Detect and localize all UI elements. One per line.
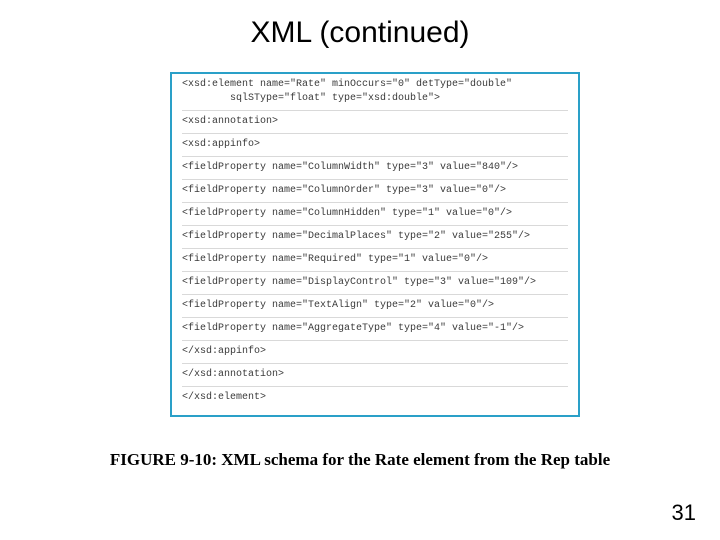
divider <box>182 156 568 157</box>
code-line: <fieldProperty name="DisplayControl" typ… <box>182 278 568 288</box>
divider <box>182 110 568 111</box>
code-line: </xsd:appinfo> <box>182 347 568 357</box>
code-line: sqlSType="float" type="xsd:double"> <box>230 94 568 104</box>
divider <box>182 202 568 203</box>
divider <box>182 294 568 295</box>
code-line: <xsd:element name="Rate" minOccurs="0" d… <box>182 80 568 90</box>
divider <box>182 317 568 318</box>
divider <box>182 271 568 272</box>
divider <box>182 179 568 180</box>
code-figure: <xsd:element name="Rate" minOccurs="0" d… <box>170 72 580 417</box>
divider <box>182 225 568 226</box>
code-line: <fieldProperty name="AggregateType" type… <box>182 324 568 334</box>
figure-caption: FIGURE 9-10: XML schema for the Rate ele… <box>0 450 720 470</box>
code-line: </xsd:element> <box>182 393 568 403</box>
code-line: <fieldProperty name="ColumnOrder" type="… <box>182 186 568 196</box>
code-line: <xsd:annotation> <box>182 117 568 127</box>
divider <box>182 363 568 364</box>
slide: XML (continued) <xsd:element name="Rate"… <box>0 0 720 540</box>
code-line: <fieldProperty name="ColumnHidden" type=… <box>182 209 568 219</box>
page-number: 31 <box>672 500 696 526</box>
code-line: <fieldProperty name="ColumnWidth" type="… <box>182 163 568 173</box>
divider <box>182 340 568 341</box>
page-title: XML (continued) <box>0 16 720 50</box>
code-line: <xsd:appinfo> <box>182 140 568 150</box>
code-line: <fieldProperty name="Required" type="1" … <box>182 255 568 265</box>
divider <box>182 386 568 387</box>
divider <box>182 248 568 249</box>
code-line: <fieldProperty name="DecimalPlaces" type… <box>182 232 568 242</box>
code-line: </xsd:annotation> <box>182 370 568 380</box>
code-line: <fieldProperty name="TextAlign" type="2"… <box>182 301 568 311</box>
divider <box>182 133 568 134</box>
